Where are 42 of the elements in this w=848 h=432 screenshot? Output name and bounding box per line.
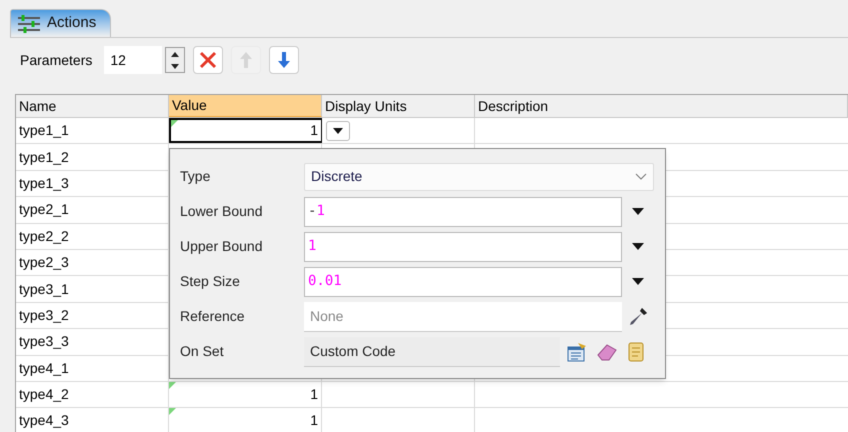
column-header[interactable]: Value — [169, 95, 322, 117]
spinner-button[interactable] — [165, 47, 186, 73]
delete-button[interactable] — [193, 46, 224, 74]
arrow-down-icon — [278, 51, 290, 69]
move-down-button[interactable] — [269, 46, 300, 74]
arrow-up-icon — [240, 51, 252, 69]
table-cell-text: 1 — [310, 411, 318, 430]
down-triangle-icon — [171, 64, 180, 68]
table-cell: type1_1 — [16, 118, 169, 144]
eyedropper-icon[interactable] — [627, 306, 649, 328]
actions-tab[interactable]: Actions — [10, 9, 112, 37]
field-label: Lower Bound — [180, 202, 264, 221]
corner-marker-icon — [169, 382, 176, 389]
eraser-icon[interactable] — [596, 342, 618, 362]
field-label: Upper Bound — [180, 237, 264, 256]
column-header[interactable]: Description — [475, 95, 848, 117]
chevron-down-icon — [635, 172, 647, 180]
close-icon — [199, 51, 218, 69]
scroll-icon[interactable] — [626, 340, 646, 362]
up-triangle-icon — [171, 52, 180, 56]
caret-icon[interactable] — [632, 278, 644, 286]
on-set-field[interactable]: Custom Code — [304, 336, 560, 366]
column-header[interactable]: Display Units — [322, 95, 475, 117]
field-label: Type — [180, 167, 212, 186]
corner-marker-icon — [171, 120, 178, 127]
properties-icon[interactable] — [566, 340, 588, 362]
caret-icon — [333, 128, 343, 134]
units-dropdown-button[interactable] — [326, 120, 350, 141]
corner-marker-icon — [169, 408, 176, 416]
caret-icon[interactable] — [632, 242, 644, 250]
reference-field[interactable]: None — [304, 302, 622, 332]
number-field[interactable]: -1 — [304, 196, 622, 226]
type-dropdown[interactable]: Discrete — [304, 162, 654, 190]
caret-icon[interactable] — [632, 208, 644, 216]
table-cell-text: 1 — [310, 385, 318, 404]
field-label: Reference — [180, 307, 246, 326]
parameters-count-field[interactable]: 12 — [104, 46, 162, 74]
field-label: Step Size — [180, 272, 241, 291]
field-label: On Set — [180, 342, 225, 361]
sliders-icon — [17, 14, 41, 34]
table-cell-text: 1 — [310, 121, 318, 140]
parameters-label: Parameters — [20, 50, 92, 70]
